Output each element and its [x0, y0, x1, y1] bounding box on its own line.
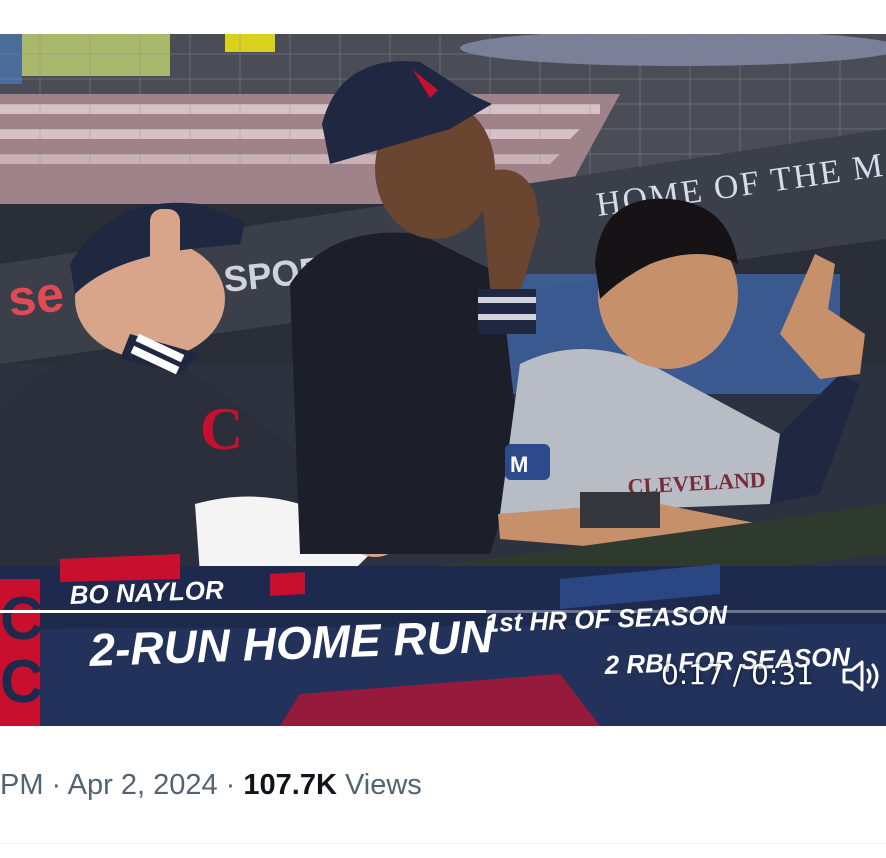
svg-text:M: M: [510, 452, 528, 477]
view-count: 107.7K: [243, 769, 337, 801]
volume-icon: [842, 660, 879, 692]
svg-text:C: C: [0, 585, 43, 652]
views-label: Views: [336, 769, 422, 801]
progress-fill: [0, 610, 486, 613]
meta-separator: ·: [217, 769, 244, 801]
time-separator: /: [723, 658, 752, 691]
video-player[interactable]: HOME OF THE MARINERS se SPORT C M CLEVEL…: [0, 34, 886, 726]
current-time: 0:17: [660, 658, 724, 691]
playback-time: 0:17 / 0:31: [661, 658, 814, 691]
tweet-time[interactable]: PM: [0, 769, 44, 801]
tweet-date[interactable]: Apr 2, 2024: [68, 769, 218, 801]
player-name-caption: BO NAYLOR: [69, 575, 224, 610]
video-frame: HOME OF THE MARINERS se SPORT C M CLEVEL…: [0, 34, 886, 726]
svg-text:C: C: [0, 648, 43, 715]
progress-bar[interactable]: [0, 610, 886, 613]
bag-object: [20, 34, 170, 76]
svg-text:se: se: [5, 265, 66, 327]
tweet-meta: PM · Apr 2, 2024 · 107.7K Views: [0, 765, 422, 805]
meta-separator: ·: [43, 769, 68, 801]
volume-button[interactable]: [840, 658, 884, 694]
svg-text:C: C: [200, 396, 243, 462]
duration: 0:31: [751, 658, 814, 691]
middle-player-body: [290, 232, 520, 555]
divider: [0, 843, 886, 844]
